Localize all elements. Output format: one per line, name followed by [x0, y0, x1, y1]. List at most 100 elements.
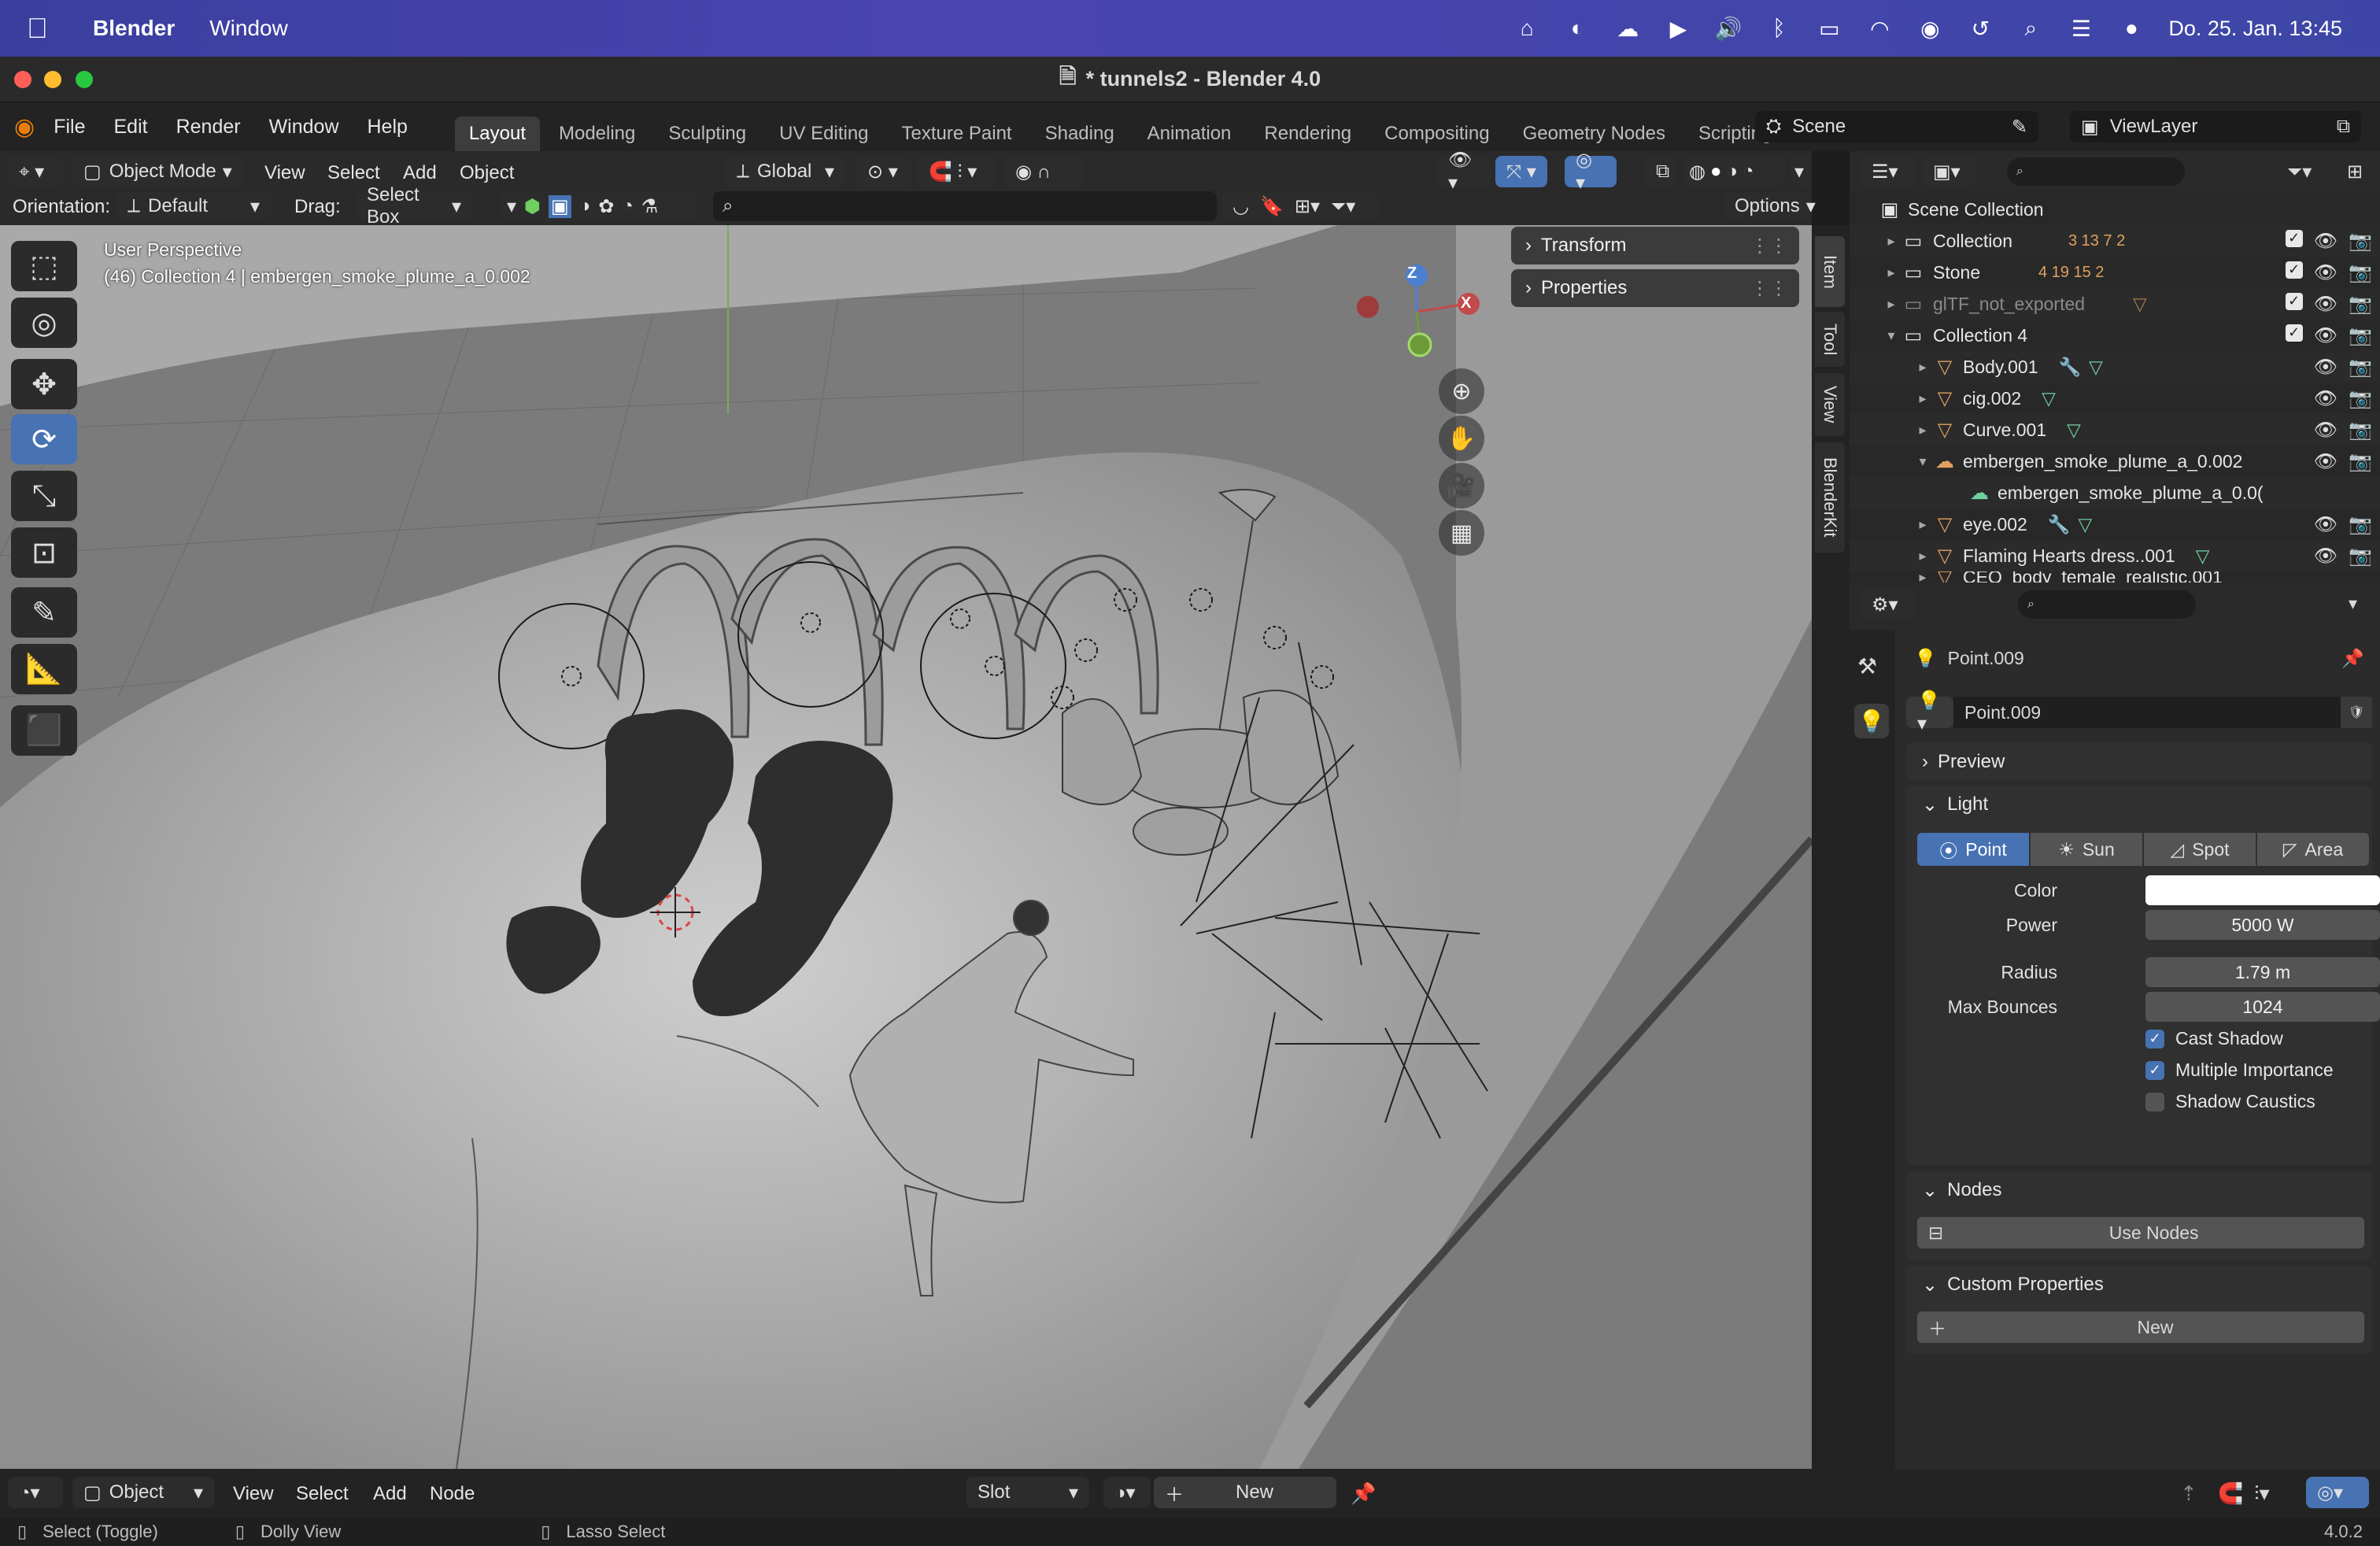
- eye-icon[interactable]: 👁: [2314, 293, 2338, 316]
- snap-mode-icon[interactable]: ⫶▾: [2254, 1481, 2270, 1507]
- new-collection-icon[interactable]: ⊞: [2347, 161, 2363, 183]
- user-icon[interactable]: ◉: [1916, 15, 1943, 42]
- camera-render-icon[interactable]: 📷: [2349, 545, 2372, 568]
- light-type-spot[interactable]: ◿ Spot: [2144, 833, 2256, 866]
- select-box-tool[interactable]: ⬚: [11, 241, 77, 291]
- use-nodes-button[interactable]: ⊟ Use Nodes: [1917, 1217, 2364, 1248]
- transform-orientation-selector[interactable]: ⟂ Global ▾: [726, 156, 845, 187]
- tab-view[interactable]: View: [1815, 373, 1845, 436]
- camera-render-icon[interactable]: 📷: [2349, 450, 2372, 473]
- collapse-arrow-icon[interactable]: ▾: [1913, 453, 1933, 470]
- camera-render-icon[interactable]: 📷: [2349, 419, 2372, 442]
- filter-icon[interactable]: ⏷▾: [2287, 161, 2312, 183]
- camera-render-icon[interactable]: 📷: [2349, 293, 2372, 316]
- apple-icon[interactable]: : [27, 12, 58, 45]
- eye-icon[interactable]: 👁: [2314, 513, 2338, 536]
- include-checkbox[interactable]: ✓: [2285, 229, 2303, 247]
- light-type-point[interactable]: ⦿ Point: [1917, 833, 2029, 866]
- filter-buttons[interactable]: ◡ 🔖 ⊞▾ ⏷▾: [1221, 191, 1379, 221]
- airplay-icon[interactable]: ⌂: [1513, 15, 1540, 42]
- menu-view[interactable]: View: [264, 162, 305, 184]
- outliner-scene-collection[interactable]: ▣ Scene Collection: [1850, 194, 2380, 225]
- search-icon[interactable]: ⌕: [2017, 15, 2044, 42]
- tool-tab-icon[interactable]: ⚒: [1857, 653, 1877, 679]
- expand-arrow-icon[interactable]: ▸: [1881, 296, 1901, 313]
- menu-window[interactable]: Window: [269, 116, 339, 139]
- bottom-menu-view[interactable]: View: [233, 1483, 274, 1505]
- menu-window[interactable]: Window: [209, 16, 288, 41]
- pan-button[interactable]: ✋: [1439, 416, 1484, 461]
- move-tool[interactable]: ✥: [11, 359, 77, 409]
- outliner-row-embergen-data[interactable]: ☁ embergen_smoke_plume_a_0.0(: [1850, 477, 2380, 509]
- properties-search[interactable]: ⌕: [2018, 590, 2196, 619]
- snap-toggle[interactable]: 🧲 ⫶ ▾: [918, 156, 996, 187]
- bookmark-icon[interactable]: 🔖: [1260, 195, 1284, 218]
- selection-mode-buttons[interactable]: ▾ ⬢ ▣ ◑ ✿ ◔ ⚗: [501, 191, 697, 221]
- cloud-icon[interactable]: ☁: [1614, 15, 1641, 42]
- pin-icon[interactable]: 📌: [1351, 1481, 1376, 1506]
- solid-shading-icon[interactable]: ●: [1710, 161, 1722, 183]
- expand-arrow-icon[interactable]: ▸: [1913, 359, 1933, 375]
- outliner-editor-type[interactable]: ☰▾: [1861, 156, 1914, 187]
- close-window-button[interactable]: [14, 71, 31, 88]
- material-shading-icon[interactable]: ◑: [1726, 161, 1738, 183]
- material-icon[interactable]: ⬢: [524, 195, 541, 218]
- wifi-icon[interactable]: ◠: [1866, 15, 1893, 42]
- curve-icon[interactable]: ◡: [1232, 195, 1249, 218]
- new-property-button[interactable]: ＋ New: [1917, 1311, 2364, 1343]
- cursor-tool[interactable]: ◎: [11, 298, 77, 348]
- bottom-menu-add[interactable]: Add: [373, 1483, 407, 1505]
- measure-tool[interactable]: 📐: [11, 644, 77, 694]
- tab-tool[interactable]: Tool: [1815, 312, 1845, 367]
- workspace-tab[interactable]: Compositing: [1370, 117, 1503, 151]
- outliner-row-flaming-hearts[interactable]: ▸ ▽ Flaming Hearts dress..001 ▽ 👁 📷: [1850, 540, 2380, 571]
- blender-logo-icon[interactable]: ◉: [14, 113, 35, 141]
- viewlayer-selector[interactable]: ▣ ViewLayer ⧉: [2070, 111, 2361, 142]
- eye-icon[interactable]: 👁: [2314, 356, 2338, 379]
- tab-item[interactable]: Item: [1815, 236, 1845, 307]
- select-extend-icon[interactable]: ◑: [579, 195, 591, 217]
- annotate-tool[interactable]: ✎: [11, 587, 77, 638]
- eye-icon[interactable]: 👁: [2314, 261, 2338, 284]
- include-checkbox[interactable]: ✓: [2285, 324, 2303, 342]
- vpn-icon[interactable]: ◐: [1564, 15, 1591, 42]
- outliner-row-collection[interactable]: ▸ ▭ Collection 3 13 7 2 ✓ 👁 📷: [1850, 225, 2380, 257]
- radius-field[interactable]: 1.79 m: [2145, 957, 2380, 987]
- max-bounces-field[interactable]: 1024: [2145, 992, 2380, 1022]
- rendered-shading-icon[interactable]: ◔: [1743, 161, 1754, 183]
- outliner-row-ceo-body[interactable]: ▸ ▽ CEO_body_female_realistic.001: [1850, 571, 2380, 583]
- workspace-tab[interactable]: Texture Paint: [888, 117, 1026, 151]
- filter-icon[interactable]: ⏷▾: [1331, 195, 1355, 218]
- snap-icon[interactable]: 🧲: [2218, 1481, 2243, 1506]
- select-intersect-icon[interactable]: ⚗: [641, 195, 659, 218]
- outliner-row-gltf[interactable]: ▸ ▭ glTF_not_exported ▽ ✓ 👁 📷: [1850, 288, 2380, 320]
- workspace-tab[interactable]: Rendering: [1250, 117, 1366, 151]
- datablock-name-field[interactable]: Point.009: [1953, 697, 2341, 728]
- camera-render-icon[interactable]: 📷: [2349, 356, 2372, 379]
- expand-arrow-icon[interactable]: ▸: [1913, 571, 1933, 583]
- xray-toggle[interactable]: ⧉: [1645, 156, 1676, 187]
- npanel-properties[interactable]: › Properties ⋮⋮: [1511, 269, 1799, 307]
- include-checkbox[interactable]: ✓: [2285, 292, 2303, 310]
- options-dropdown[interactable]: Options ▾: [1724, 191, 1816, 221]
- camera-render-icon[interactable]: 📷: [2349, 324, 2372, 347]
- camera-view-button[interactable]: 🎥: [1439, 463, 1484, 509]
- properties-editor-type[interactable]: ⚙▾: [1861, 589, 1914, 620]
- drag-dropdown[interactable]: Select Box ▾: [356, 184, 472, 227]
- slot-selector[interactable]: Slot ▾: [966, 1477, 1089, 1508]
- expand-arrow-icon[interactable]: ▸: [1881, 233, 1901, 250]
- select-subtract-icon[interactable]: ✿: [598, 195, 614, 218]
- datablock-browse[interactable]: 💡▾: [1906, 690, 1953, 734]
- scale-tool[interactable]: ⤡: [11, 471, 77, 521]
- eye-icon[interactable]: 👁: [2314, 324, 2338, 347]
- display-mode-selector[interactable]: ▣▾: [1922, 156, 1975, 187]
- light-data-tab-icon[interactable]: 💡: [1854, 704, 1889, 738]
- workspace-tab[interactable]: UV Editing: [765, 117, 882, 151]
- outliner-search[interactable]: ⌕: [2007, 157, 2185, 186]
- proportional-editing[interactable]: ◉ ∩: [1004, 156, 1083, 187]
- eye-icon[interactable]: 👁: [2314, 545, 2338, 568]
- custom-properties-header[interactable]: ⌄ Custom Properties: [1906, 1266, 2372, 1304]
- rotate-tool[interactable]: ⟳: [11, 414, 77, 464]
- menu-object[interactable]: Object: [460, 162, 514, 184]
- light-type-sun[interactable]: ☀ Sun: [2031, 833, 2142, 866]
